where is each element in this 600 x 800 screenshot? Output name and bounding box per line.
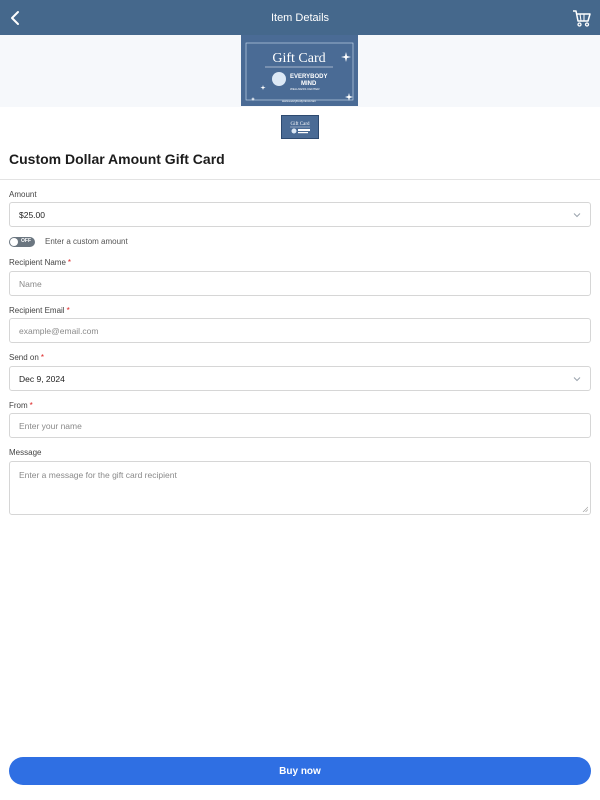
top-bar: Item Details: [0, 0, 600, 35]
divider: [0, 179, 600, 180]
gift-card-image: Gift Card EVERYBODY MIND WELLNESS CENTER…: [241, 35, 358, 106]
buy-now-button[interactable]: Buy now: [9, 757, 591, 785]
cart-button[interactable]: [572, 8, 592, 28]
send-on-label: Send on *: [9, 353, 44, 362]
message-placeholder: Enter a message for the gift card recipi…: [19, 470, 177, 480]
custom-amount-label: Enter a custom amount: [45, 237, 128, 246]
thumbnail-title: Gift Card: [290, 122, 310, 127]
send-on-value: Dec 9, 2024: [19, 373, 65, 384]
thumbnail-artwork: Gift Card: [290, 122, 310, 134]
recipient-name-label: Recipient Name *: [9, 258, 72, 267]
from-label: From *: [9, 401, 33, 410]
product-image-area: Gift Card EVERYBODY MIND WELLNESS CENTER…: [0, 35, 600, 107]
recipient-email-input[interactable]: example@email.com: [9, 318, 591, 343]
recipient-email-label: Recipient Email *: [9, 306, 70, 315]
gift-card-title: Gift Card: [272, 51, 325, 66]
send-on-select[interactable]: Dec 9, 2024: [9, 366, 591, 391]
recipient-name-placeholder: Name: [19, 278, 42, 289]
chevron-left-icon: [11, 11, 19, 25]
message-textarea[interactable]: Enter a message for the gift card recipi…: [9, 461, 591, 515]
toggle-knob: [10, 238, 18, 246]
brand-subtitle: WELLNESS CENTER: [290, 87, 320, 91]
from-placeholder: Enter your name: [19, 420, 82, 431]
resize-grip-icon[interactable]: [582, 506, 588, 512]
brand-name-line1: EVERYBODY: [290, 74, 327, 80]
amount-value: $25.00: [19, 209, 45, 220]
recipient-email-placeholder: example@email.com: [19, 325, 99, 336]
brand-url: www.everybodymind.com: [282, 99, 317, 103]
amount-select[interactable]: $25.00: [9, 202, 591, 227]
toggle-state: OFF: [21, 238, 31, 244]
product-title: Custom Dollar Amount Gift Card: [9, 151, 225, 167]
amount-label: Amount: [9, 190, 37, 199]
from-input[interactable]: Enter your name: [9, 413, 591, 438]
recipient-name-input[interactable]: Name: [9, 271, 591, 296]
shopping-cart-icon: [573, 10, 591, 27]
chevron-down-icon: [573, 213, 581, 218]
message-label: Message: [9, 448, 42, 457]
gift-card-artwork: Gift Card EVERYBODY MIND WELLNESS CENTER…: [245, 42, 354, 103]
chevron-down-icon: [573, 377, 581, 382]
page-title: Item Details: [270, 11, 330, 24]
back-button[interactable]: [6, 8, 26, 28]
product-thumbnail[interactable]: Gift Card: [281, 115, 319, 139]
custom-amount-toggle[interactable]: OFF: [9, 237, 35, 247]
